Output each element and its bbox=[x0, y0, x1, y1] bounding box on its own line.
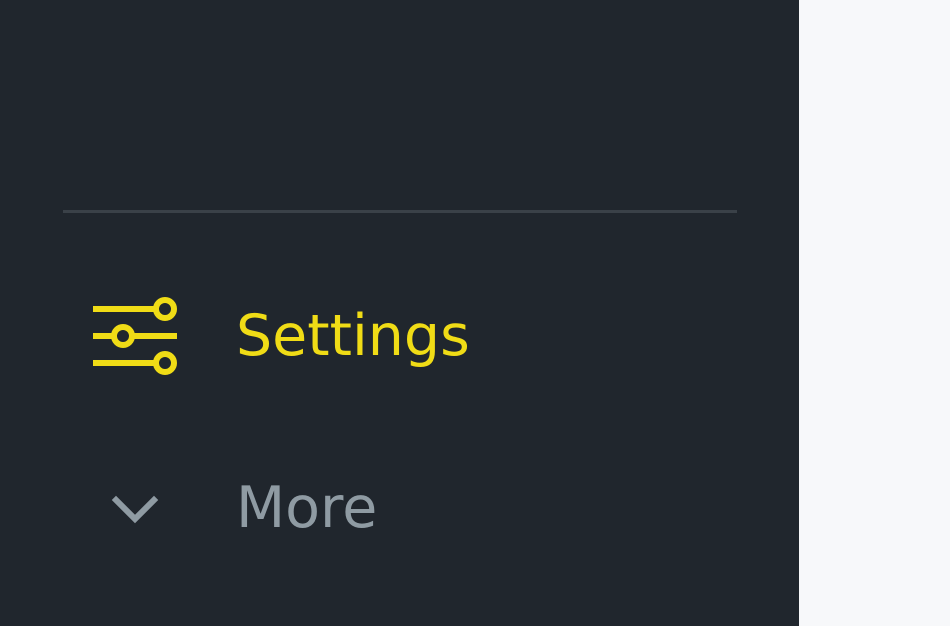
sidebar: Settings More bbox=[0, 0, 799, 626]
sliders-icon bbox=[80, 286, 190, 386]
sidebar-item-settings[interactable]: Settings bbox=[80, 286, 720, 386]
sidebar-item-label: Settings bbox=[236, 302, 470, 369]
sidebar-item-label: More bbox=[236, 474, 378, 541]
main-content bbox=[799, 0, 950, 626]
sidebar-divider bbox=[63, 210, 737, 213]
chevron-down-icon bbox=[80, 458, 190, 558]
sidebar-item-more[interactable]: More bbox=[80, 458, 720, 558]
